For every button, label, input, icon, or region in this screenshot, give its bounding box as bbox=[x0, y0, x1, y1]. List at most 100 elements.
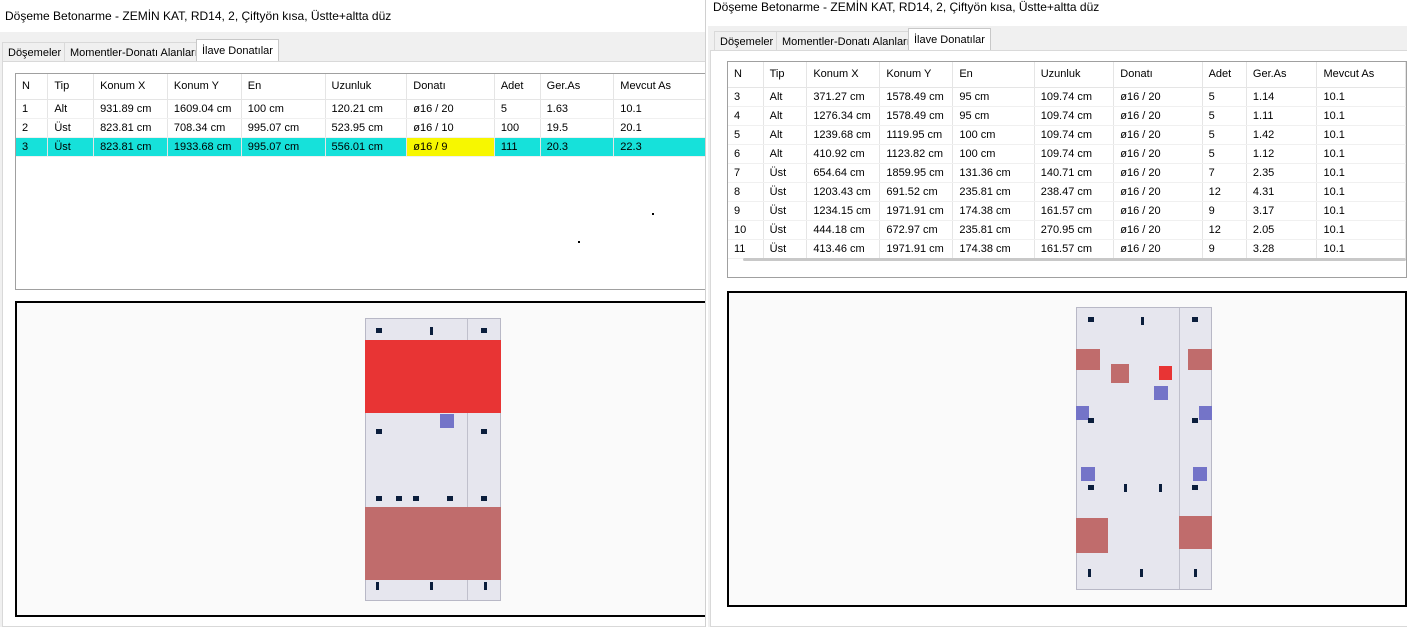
table-cell: 1859.95 cm bbox=[879, 163, 954, 183]
col-header-tip[interactable]: Tip bbox=[763, 62, 808, 88]
table-cell: 5 bbox=[494, 99, 541, 119]
reinforcement-zone-bottom[interactable] bbox=[1193, 467, 1207, 481]
rebar-mark bbox=[481, 429, 487, 434]
rebar-table[interactable]: N Tip Konum X Konum Y En Uzunluk Donatı … bbox=[727, 61, 1407, 278]
reinforcement-zone-selected[interactable] bbox=[365, 340, 501, 413]
table-cell: 995.07 cm bbox=[241, 118, 326, 138]
table-row[interactable]: 8 Üst 1203.43 cm 691.52 cm 235.81 cm 238.47 c… bbox=[728, 182, 1406, 202]
col-header-tip[interactable]: Tip bbox=[47, 74, 95, 100]
reinforcement-zone-bottom[interactable] bbox=[1199, 406, 1212, 420]
col-header-konum-x[interactable]: Konum X bbox=[806, 62, 881, 88]
reinforcement-zone-top[interactable] bbox=[1179, 516, 1212, 549]
col-header-ger-as[interactable]: Ger.As bbox=[1246, 62, 1318, 88]
col-header-en[interactable]: En bbox=[241, 74, 326, 100]
rebar-mark bbox=[376, 328, 382, 333]
table-cell: 931.89 cm bbox=[93, 99, 168, 119]
table-cell: 109.74 cm bbox=[1034, 144, 1115, 164]
col-header-mevcut-as[interactable]: Mevcut As bbox=[1316, 62, 1406, 88]
rebar-mark bbox=[1159, 484, 1162, 492]
tab-momentler[interactable]: Momentler-Donatı Alanları bbox=[776, 31, 916, 51]
col-header-uzunluk[interactable]: Uzunluk bbox=[1034, 62, 1115, 88]
tab-dosemeler[interactable]: Döşemeler bbox=[2, 42, 68, 62]
table-row[interactable]: 6 Alt 410.92 cm 1123.82 cm 100 cm 109.74 cm ø1… bbox=[728, 144, 1406, 164]
table-cell: Üst bbox=[47, 118, 95, 138]
tab-dosemeler[interactable]: Döşemeler bbox=[714, 31, 780, 51]
table-body: 1 Alt 931.89 cm 1609.04 cm 100 cm 120.21 cm ø1… bbox=[16, 99, 705, 157]
table-row[interactable]: 10 Üst 444.18 cm 672.97 cm 235.81 cm 270.95 c… bbox=[728, 220, 1406, 240]
table-cell: 10.1 bbox=[1316, 182, 1406, 202]
col-header-en[interactable]: En bbox=[952, 62, 1035, 88]
table-cell: 22.3 bbox=[613, 137, 705, 157]
table-cell: 1.14 bbox=[1246, 87, 1318, 107]
table-cell: 9 bbox=[728, 201, 764, 221]
reinforcement-zone-top[interactable] bbox=[1188, 349, 1212, 370]
table-row[interactable]: 11 Üst 413.46 cm 1971.91 cm 174.38 cm 161.57 … bbox=[728, 239, 1406, 259]
table-row[interactable]: 2 Üst 823.81 cm 708.34 cm 995.07 cm 523.95 cm… bbox=[16, 118, 705, 138]
rebar-mark bbox=[1088, 317, 1094, 322]
table-cell: 1.63 bbox=[540, 99, 615, 119]
table-row[interactable]: 7 Üst 654.64 cm 1859.95 cm 131.36 cm 140.71 c… bbox=[728, 163, 1406, 183]
col-header-adet[interactable]: Adet bbox=[1202, 62, 1247, 88]
table-cell: Üst bbox=[763, 201, 808, 221]
tab-ilave-donatilar[interactable]: İlave Donatılar bbox=[908, 28, 991, 51]
horizontal-scrollbar[interactable] bbox=[743, 258, 1406, 261]
table-cell: 1276.34 cm bbox=[806, 106, 881, 126]
window-title: Döşeme Betonarme - ZEMİN KAT, RD14, 2, Ç… bbox=[0, 0, 705, 32]
table-cell: 654.64 cm bbox=[806, 163, 881, 183]
table-cell: 109.74 cm bbox=[1034, 87, 1115, 107]
table-cell: 10 bbox=[728, 220, 764, 240]
col-header-donati[interactable]: Donatı bbox=[1113, 62, 1203, 88]
table-cell: 1234.15 cm bbox=[806, 201, 881, 221]
table-cell: 1239.68 cm bbox=[806, 125, 881, 145]
table-row[interactable]: 3 Alt 371.27 cm 1578.49 cm 95 cm 109.74 cm ø16… bbox=[728, 87, 1406, 107]
stray-pixel bbox=[652, 213, 654, 215]
table-cell: 109.74 cm bbox=[1034, 106, 1115, 126]
col-header-konum-y[interactable]: Konum Y bbox=[879, 62, 954, 88]
table-cell: 823.81 cm bbox=[93, 137, 168, 157]
table-cell: 371.27 cm bbox=[806, 87, 881, 107]
table-cell: 10.1 bbox=[1316, 163, 1406, 183]
tab-ilave-donatilar[interactable]: İlave Donatılar bbox=[196, 39, 279, 62]
col-header-konum-y[interactable]: Konum Y bbox=[167, 74, 242, 100]
rebar-mark bbox=[1192, 485, 1198, 490]
slab-drawing-canvas[interactable] bbox=[15, 301, 705, 617]
col-header-adet[interactable]: Adet bbox=[494, 74, 541, 100]
rebar-table[interactable]: N Tip Konum X Konum Y En Uzunluk Donatı … bbox=[15, 73, 705, 290]
table-row[interactable]: 1 Alt 931.89 cm 1609.04 cm 100 cm 120.21 cm ø1… bbox=[16, 99, 705, 119]
reinforcement-zone-selected[interactable] bbox=[1159, 366, 1172, 380]
table-cell: 1 bbox=[16, 99, 49, 119]
table-cell: 238.47 cm bbox=[1034, 182, 1115, 202]
reinforcement-zone-top[interactable] bbox=[365, 507, 501, 580]
reinforcement-zone-bottom[interactable] bbox=[440, 414, 454, 428]
col-header-mevcut-as[interactable]: Mevcut As bbox=[613, 74, 705, 100]
col-header-ger-as[interactable]: Ger.As bbox=[540, 74, 615, 100]
table-cell: 672.97 cm bbox=[879, 220, 954, 240]
slab-drawing-canvas[interactable] bbox=[727, 291, 1407, 607]
table-row[interactable]: 9 Üst 1234.15 cm 1971.91 cm 174.38 cm 161.57 … bbox=[728, 201, 1406, 221]
col-header-n[interactable]: N bbox=[16, 74, 49, 100]
table-cell: 556.01 cm bbox=[325, 137, 408, 157]
table-cell: Alt bbox=[763, 106, 808, 126]
table-cell: 161.57 cm bbox=[1034, 239, 1115, 259]
reinforcement-zone-bottom[interactable] bbox=[1154, 386, 1168, 400]
table-cell: 5 bbox=[1202, 106, 1247, 126]
reinforcement-zone-top[interactable] bbox=[1111, 364, 1129, 383]
col-header-n[interactable]: N bbox=[728, 62, 764, 88]
table-cell: 1933.68 cm bbox=[167, 137, 242, 157]
tab-momentler[interactable]: Momentler-Donatı Alanları bbox=[64, 42, 204, 62]
table-row[interactable]: 4 Alt 1276.34 cm 1578.49 cm 95 cm 109.74 cm ø1… bbox=[728, 106, 1406, 126]
table-cell: 10.1 bbox=[613, 99, 705, 119]
reinforcement-zone-top[interactable] bbox=[1076, 518, 1108, 553]
reinforcement-zone-bottom[interactable] bbox=[1081, 467, 1095, 481]
col-header-uzunluk[interactable]: Uzunluk bbox=[325, 74, 408, 100]
rebar-mark bbox=[376, 429, 382, 434]
table-cell: ø16 / 20 bbox=[1113, 201, 1203, 221]
table-row[interactable]: 3 Üst 823.81 cm 1933.68 cm 995.07 cm 556.01 c… bbox=[16, 137, 705, 157]
rebar-mark bbox=[430, 327, 433, 335]
col-header-konum-x[interactable]: Konum X bbox=[93, 74, 168, 100]
reinforcement-zone-top[interactable] bbox=[1076, 349, 1100, 370]
table-cell: 1.12 bbox=[1246, 144, 1318, 164]
col-header-donati[interactable]: Donatı bbox=[406, 74, 495, 100]
table-cell: 708.34 cm bbox=[167, 118, 242, 138]
table-row[interactable]: 5 Alt 1239.68 cm 1119.95 cm 100 cm 109.74 cm ø… bbox=[728, 125, 1406, 145]
